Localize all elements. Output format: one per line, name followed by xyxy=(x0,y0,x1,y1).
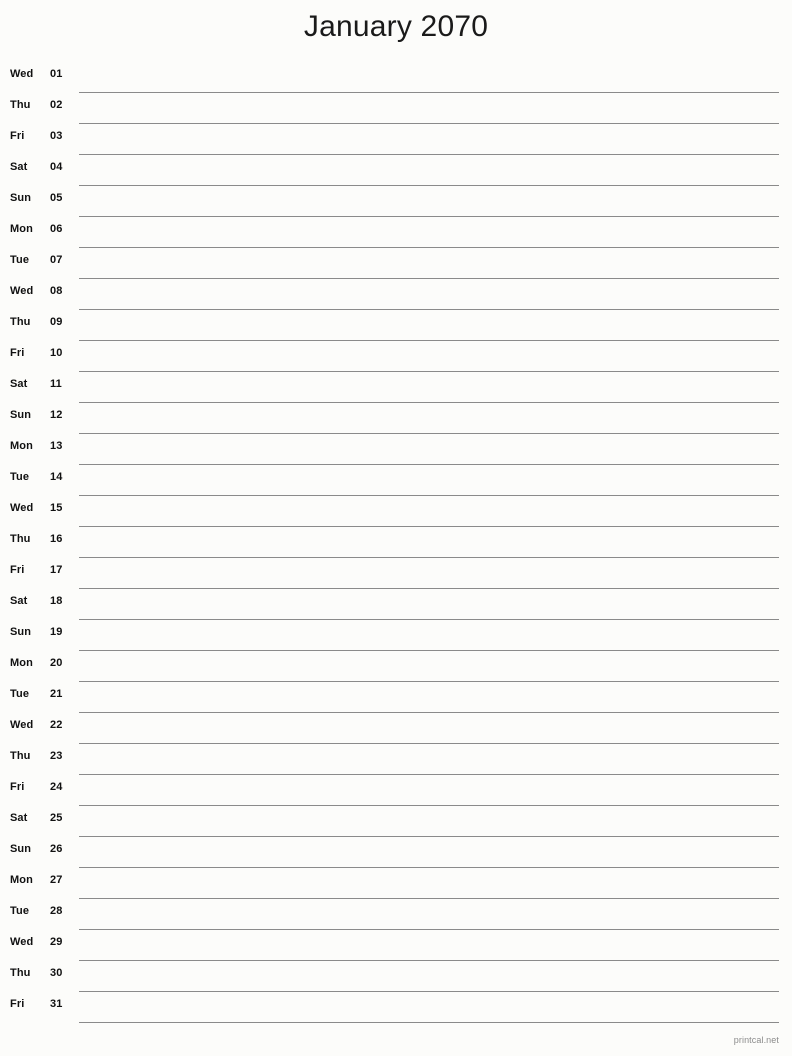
day-number-label: 26 xyxy=(50,843,63,856)
day-number-label: 21 xyxy=(50,688,63,701)
day-number-label: 28 xyxy=(50,905,63,918)
day-row[interactable]: Sat 25 xyxy=(0,806,792,838)
writing-line[interactable] xyxy=(79,1022,779,1024)
day-number-label: 04 xyxy=(50,161,63,174)
day-row[interactable]: Sun 19 xyxy=(0,620,792,652)
day-row[interactable]: Fri 03 xyxy=(0,124,792,156)
day-of-week-label: Sun xyxy=(10,409,32,422)
day-row[interactable]: Sun 05 xyxy=(0,186,792,218)
day-row[interactable]: Wed 29 xyxy=(0,930,792,962)
day-number-label: 10 xyxy=(50,347,63,360)
day-row[interactable]: Sat 18 xyxy=(0,589,792,621)
day-of-week-label: Thu xyxy=(10,967,31,980)
day-number-label: 24 xyxy=(50,781,63,794)
day-row[interactable]: Sat 11 xyxy=(0,372,792,404)
day-row[interactable]: Tue 14 xyxy=(0,465,792,497)
day-of-week-label: Thu xyxy=(10,99,31,112)
day-number-label: 09 xyxy=(50,316,63,329)
day-of-week-label: Mon xyxy=(10,657,33,670)
day-row[interactable]: Tue 07 xyxy=(0,248,792,280)
day-number-label: 22 xyxy=(50,719,63,732)
day-of-week-label: Mon xyxy=(10,440,33,453)
day-row[interactable]: Tue 28 xyxy=(0,899,792,931)
day-of-week-label: Sat xyxy=(10,595,28,608)
day-of-week-label: Wed xyxy=(10,719,34,732)
day-of-week-label: Fri xyxy=(10,781,25,794)
day-of-week-label: Sun xyxy=(10,192,32,205)
day-of-week-label: Tue xyxy=(10,471,30,484)
day-row[interactable]: Wed 01 xyxy=(0,62,792,94)
day-number-label: 01 xyxy=(50,68,63,80)
day-number-label: 14 xyxy=(50,471,63,484)
day-row[interactable]: Thu 16 xyxy=(0,527,792,559)
day-of-week-label: Thu xyxy=(10,316,31,329)
day-row[interactable]: Tue 21 xyxy=(0,682,792,714)
day-number-label: 13 xyxy=(50,440,63,453)
day-number-label: 30 xyxy=(50,967,63,980)
day-row[interactable]: Fri 31 xyxy=(0,992,792,1024)
day-number-label: 23 xyxy=(50,750,63,763)
day-number-label: 19 xyxy=(50,626,63,639)
day-row[interactable]: Thu 09 xyxy=(0,310,792,342)
day-row[interactable]: Sat 04 xyxy=(0,155,792,187)
day-row[interactable]: Sun 12 xyxy=(0,403,792,435)
day-of-week-label: Fri xyxy=(10,564,25,577)
day-of-week-label: Tue xyxy=(10,688,30,701)
day-number-label: 15 xyxy=(50,502,63,515)
calendar-page: January 2070 Wed 01 Thu 02 Fri 03 Sat 04 Sun 05 Mo… xyxy=(0,0,792,1056)
day-of-week-label: Mon xyxy=(10,874,33,887)
day-row[interactable]: Mon 20 xyxy=(0,651,792,683)
day-number-label: 27 xyxy=(50,874,63,887)
footer-credit: printcal.net xyxy=(733,1035,779,1045)
day-row[interactable]: Fri 10 xyxy=(0,341,792,373)
day-number-label: 06 xyxy=(50,223,63,236)
day-number-label: 17 xyxy=(50,564,63,577)
day-row[interactable]: Wed 08 xyxy=(0,279,792,311)
day-number-label: 02 xyxy=(50,99,63,112)
day-row[interactable]: Mon 27 xyxy=(0,868,792,900)
day-row-list: Wed 01 Thu 02 Fri 03 Sat 04 Sun 05 Mon 06 Tue 07 Wed 08… xyxy=(0,62,792,1024)
day-row[interactable]: Thu 02 xyxy=(0,93,792,125)
day-of-week-label: Wed xyxy=(10,502,34,515)
day-of-week-label: Sat xyxy=(10,812,28,825)
day-number-label: 25 xyxy=(50,812,63,825)
day-row[interactable]: Wed 15 xyxy=(0,496,792,528)
day-number-label: 07 xyxy=(50,254,63,267)
day-of-week-label: Sat xyxy=(10,161,28,174)
day-of-week-label: Tue xyxy=(10,905,30,918)
day-of-week-label: Wed xyxy=(10,936,34,949)
day-row[interactable]: Thu 30 xyxy=(0,961,792,993)
day-row[interactable]: Wed 22 xyxy=(0,713,792,745)
day-number-label: 20 xyxy=(50,657,63,670)
page-title: January 2070 xyxy=(303,10,489,43)
day-of-week-label: Fri xyxy=(10,130,25,143)
day-number-label: 18 xyxy=(50,595,63,608)
day-of-week-label: Wed xyxy=(10,68,34,80)
day-number-label: 08 xyxy=(50,285,63,298)
day-number-label: 05 xyxy=(50,192,63,205)
day-of-week-label: Thu xyxy=(10,750,31,763)
day-of-week-label: Tue xyxy=(10,254,30,267)
day-of-week-label: Sun xyxy=(10,626,32,639)
day-number-label: 12 xyxy=(50,409,63,422)
day-row[interactable]: Mon 06 xyxy=(0,217,792,249)
day-number-label: 16 xyxy=(50,533,63,546)
day-row[interactable]: Fri 24 xyxy=(0,775,792,807)
day-of-week-label: Sun xyxy=(10,843,32,856)
day-row[interactable]: Mon 13 xyxy=(0,434,792,466)
day-of-week-label: Wed xyxy=(10,285,34,298)
day-number-label: 31 xyxy=(50,998,63,1011)
day-number-label: 03 xyxy=(50,130,63,143)
day-of-week-label: Mon xyxy=(10,223,33,236)
day-of-week-label: Sat xyxy=(10,378,28,391)
day-of-week-label: Fri xyxy=(10,998,25,1011)
day-number-label: 11 xyxy=(50,378,62,391)
day-row[interactable]: Fri 17 xyxy=(0,558,792,590)
day-row[interactable]: Thu 23 xyxy=(0,744,792,776)
day-number-label: 29 xyxy=(50,936,63,949)
day-of-week-label: Thu xyxy=(10,533,31,546)
day-of-week-label: Fri xyxy=(10,347,25,360)
day-row[interactable]: Sun 26 xyxy=(0,837,792,869)
